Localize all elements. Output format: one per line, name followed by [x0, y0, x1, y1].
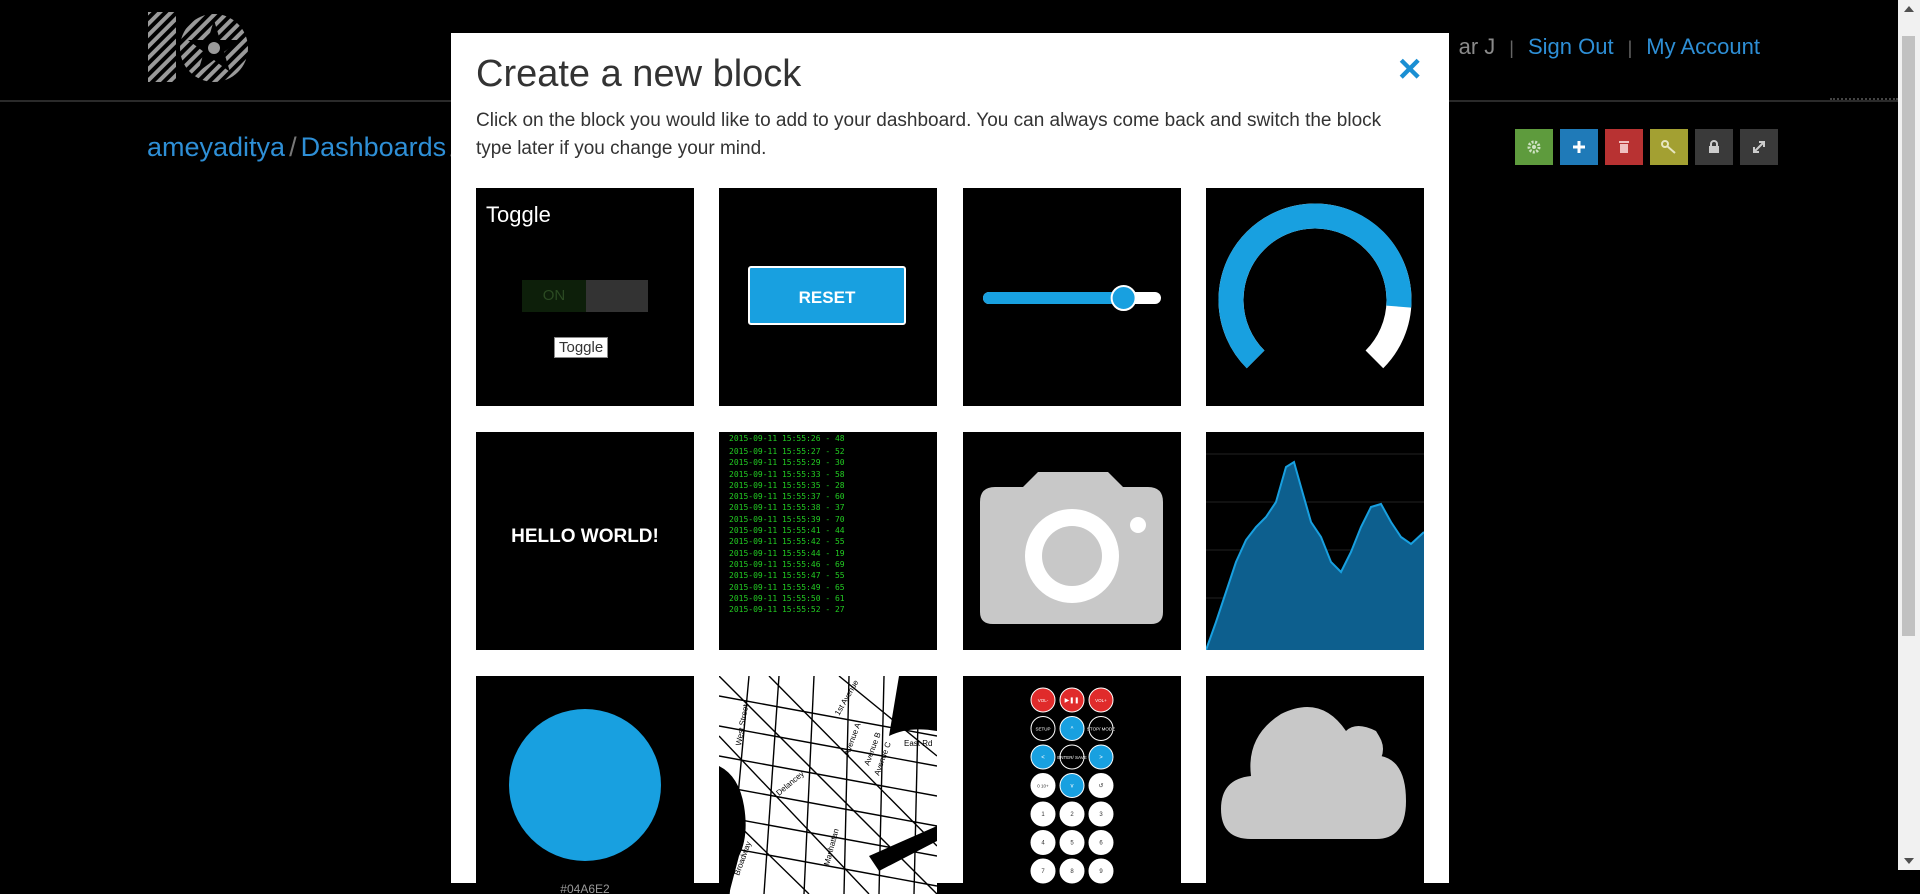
remote-button-label: VOL-: [1038, 698, 1049, 703]
area-chart-icon: [1206, 453, 1424, 650]
breadcrumb: ameyaditya/Dashboards/: [147, 132, 462, 163]
username-partial: ar J: [1458, 34, 1496, 59]
block-weather[interactable]: [1206, 676, 1424, 894]
text-block-preview: HELLO WORLD!: [511, 526, 659, 547]
stream-line: 2015-09-11 15:55:39 - 70: [729, 514, 845, 524]
reset-button-preview: RESET: [748, 266, 906, 325]
user-nav: ar J | Sign Out | My Account: [1459, 34, 1760, 60]
block-slider[interactable]: [963, 188, 1181, 406]
breadcrumb-dashboards-link[interactable]: Dashboards: [301, 132, 447, 162]
remote-button-label: VOL+: [1095, 698, 1107, 703]
street-map-icon: West Street1st AvenueAvenue A Avenue BAve…: [719, 676, 937, 894]
block-map[interactable]: West Street 1st Avenue Avenue A Avenue B Ave…: [719, 676, 937, 894]
modal-description: Click on the block you would like to add…: [476, 110, 1382, 159]
page-scrollbar[interactable]: [1898, 0, 1920, 870]
stream-line: 2015-09-11 15:55:47 - 55: [729, 571, 845, 581]
nav-separator: |: [1509, 38, 1514, 58]
gear-icon: [1527, 140, 1541, 154]
block-remote-control[interactable]: VOL- ▶❚❚ VOL+ SETUP ^ STOP/ MODE < ENTER/ SAVE >…: [963, 676, 1181, 894]
key-button[interactable]: [1650, 129, 1688, 165]
scrollbar-thumb[interactable]: [1902, 36, 1915, 636]
adafruit-io-logo[interactable]: [148, 10, 248, 84]
stream-line: 2015-09-11 15:55:33 - 58: [729, 469, 845, 479]
divider: [1830, 98, 1898, 100]
stream-lines: 2015-09-11 15:55:27 - 52 2015-09-11 15:55…: [729, 446, 845, 615]
block-image[interactable]: [963, 432, 1181, 650]
toggle-switch: ON: [522, 280, 648, 312]
stream-line: 2015-09-11 15:55:42 - 55: [729, 537, 845, 547]
dashboard-toolbar: [1515, 129, 1778, 165]
stream-line: 2015-09-11 15:55:35 - 28: [729, 480, 845, 490]
lock-button[interactable]: [1695, 129, 1733, 165]
modal-title: Create a new block: [476, 53, 802, 95]
toggle-on-label: ON: [522, 280, 586, 312]
add-block-button[interactable]: [1560, 129, 1598, 165]
key-icon: [1661, 140, 1676, 154]
block-toggle[interactable]: Toggle ON Toggle: [476, 188, 694, 406]
delete-dashboard-button[interactable]: [1605, 129, 1643, 165]
stream-line: 2015-09-11 15:55:44 - 19: [729, 548, 845, 558]
nav-separator: |: [1627, 38, 1633, 58]
color-circle-icon: [509, 709, 661, 861]
remote-button-label: ↺: [1098, 783, 1103, 790]
close-icon[interactable]: ×: [1398, 49, 1421, 89]
expand-icon: [1753, 141, 1765, 153]
toggle-block-title: Toggle: [486, 202, 551, 227]
remote-button-label: ENTER/ SAVE: [1057, 755, 1086, 760]
remote-button-label: ▶❚❚: [1065, 697, 1080, 704]
stream-line: 2015-09-11 15:55:27 - 52: [729, 447, 845, 456]
stream-line: 2015-09-11 15:55:52 - 27: [729, 605, 845, 615]
block-gauge[interactable]: [1206, 188, 1424, 406]
map-street-label: East Rd: [904, 739, 932, 748]
fullscreen-button[interactable]: [1740, 129, 1778, 165]
stream-line: 2015-09-11 15:55:50 - 61: [729, 593, 845, 603]
breadcrumb-separator: /: [289, 132, 297, 162]
remote-button-label: >: [1099, 755, 1103, 761]
remote-button-label: 0 10+: [1037, 784, 1049, 789]
camera-icon: [980, 472, 1163, 624]
lock-icon: [1709, 140, 1719, 153]
toggle-tooltip: Toggle: [554, 337, 609, 358]
remote-button-label: v: [1071, 784, 1074, 790]
my-account-link[interactable]: My Account: [1646, 34, 1760, 59]
create-block-modal: Create a new block × Click on the block …: [451, 33, 1449, 894]
block-stream[interactable]: 2015-09-11 15:55:26 - 48 2015-09-11 15:5…: [719, 432, 937, 650]
block-color-picker[interactable]: #04A6E2: [476, 676, 694, 894]
remote-control-icon: VOL- ▶❚❚ VOL+ SETUP ^ STOP/ MODE < ENTER/ SAVE >…: [1030, 687, 1115, 884]
sign-out-link[interactable]: Sign Out: [1528, 34, 1614, 59]
stream-line: 2015-09-11 15:55:41 - 44: [729, 526, 845, 536]
remote-button-label: STOP/ MODE: [1087, 727, 1115, 732]
color-value-label: #04A6E2: [560, 882, 610, 894]
cloud-icon: [1221, 706, 1406, 839]
block-line-chart[interactable]: [1206, 432, 1424, 650]
slider-icon: [983, 285, 1161, 311]
stream-line: 2015-09-11 15:55:29 - 30: [729, 458, 845, 468]
trash-icon: [1619, 141, 1629, 153]
plus-icon: [1573, 141, 1585, 153]
scroll-up-arrow-icon[interactable]: [1904, 6, 1914, 12]
stream-line: 2015-09-11 15:55:49 - 65: [729, 582, 845, 592]
stream-line-partial: 2015-09-11 15:55:26 - 48: [729, 434, 845, 443]
stream-line: 2015-09-11 15:55:46 - 69: [729, 559, 845, 569]
gauge-icon: [1218, 203, 1412, 369]
logo-icon: [148, 12, 248, 82]
breadcrumb-user-link[interactable]: ameyaditya: [147, 132, 285, 162]
scroll-down-arrow-icon[interactable]: [1904, 858, 1914, 864]
settings-button[interactable]: [1515, 129, 1553, 165]
block-text[interactable]: HELLO WORLD!: [476, 432, 694, 650]
stream-line: 2015-09-11 15:55:37 - 60: [729, 492, 845, 502]
stream-line: 2015-09-11 15:55:38 - 37: [729, 503, 845, 513]
remote-button-label: ^: [1071, 727, 1074, 733]
remote-button-label: <: [1041, 755, 1045, 761]
block-momentary-button[interactable]: RESET: [719, 188, 937, 406]
remote-button-label: SETUP: [1035, 727, 1050, 732]
